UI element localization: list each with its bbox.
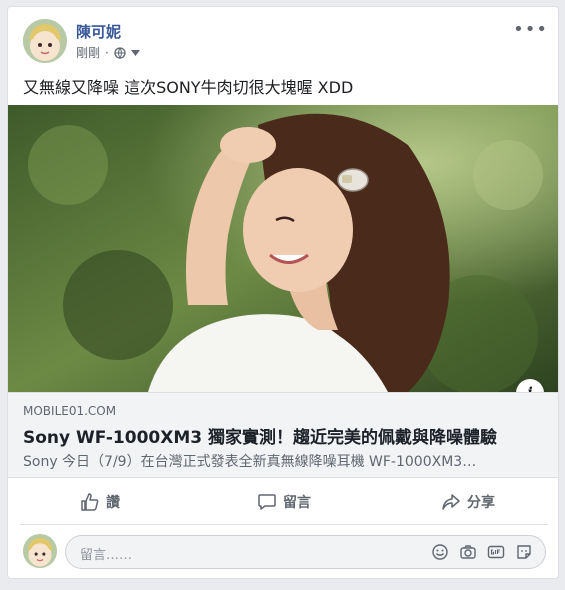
- camera-icon[interactable]: [459, 543, 477, 561]
- meta-dot: ·: [105, 45, 109, 60]
- globe-icon[interactable]: [114, 46, 126, 59]
- link-description: Sony 今日（7/9）在台灣正式發表全新真無線降噪耳機 WF-1000XM3…: [23, 454, 477, 470]
- gif-icon[interactable]: [487, 543, 505, 561]
- post-meta: 剛剛 ·: [76, 44, 140, 61]
- comment-tools: [431, 543, 533, 561]
- thumbs-up-icon: [81, 493, 99, 511]
- post-text: 又無線又降噪 這次SONY牛肉切很大塊喔 XDD: [23, 78, 354, 97]
- link-title[interactable]: Sony WF-1000XM3 獨家實測！趨近完美的佩戴與降噪體驗: [23, 423, 497, 448]
- post-timestamp[interactable]: 剛剛: [76, 44, 100, 61]
- comment-input[interactable]: 留言……: [65, 535, 546, 569]
- share-button[interactable]: 分享: [376, 484, 558, 520]
- link-preview[interactable]: MOBILE01.COM Sony WF-1000XM3 獨家實測！趨近完美的佩…: [8, 392, 558, 478]
- like-label: 讚: [106, 495, 120, 511]
- comment-button[interactable]: 留言: [192, 484, 376, 520]
- link-preview-image[interactable]: [8, 105, 558, 392]
- comment-label: 留言: [283, 495, 311, 511]
- more-options-icon[interactable]: •••: [513, 19, 548, 40]
- actions-divider: [20, 524, 548, 525]
- author-avatar[interactable]: [23, 19, 67, 63]
- comment-placeholder: 留言……: [80, 548, 133, 563]
- emoji-icon[interactable]: [431, 543, 449, 561]
- post-card: 陳可妮 剛剛 · ••• 又無線又降噪 這次SONY牛肉切很大塊喔 XDD MO…: [7, 6, 559, 579]
- chevron-down-icon[interactable]: [130, 49, 140, 56]
- commenter-avatar[interactable]: [23, 534, 57, 568]
- comment-icon: [258, 494, 276, 510]
- author-name[interactable]: 陳可妮: [76, 21, 121, 42]
- link-domain: MOBILE01.COM: [23, 404, 117, 418]
- sticker-icon[interactable]: [515, 543, 533, 561]
- share-label: 分享: [467, 495, 495, 511]
- like-button[interactable]: 讚: [8, 484, 192, 520]
- post-actions: 讚 留言 分享: [8, 484, 558, 520]
- share-icon: [442, 494, 460, 510]
